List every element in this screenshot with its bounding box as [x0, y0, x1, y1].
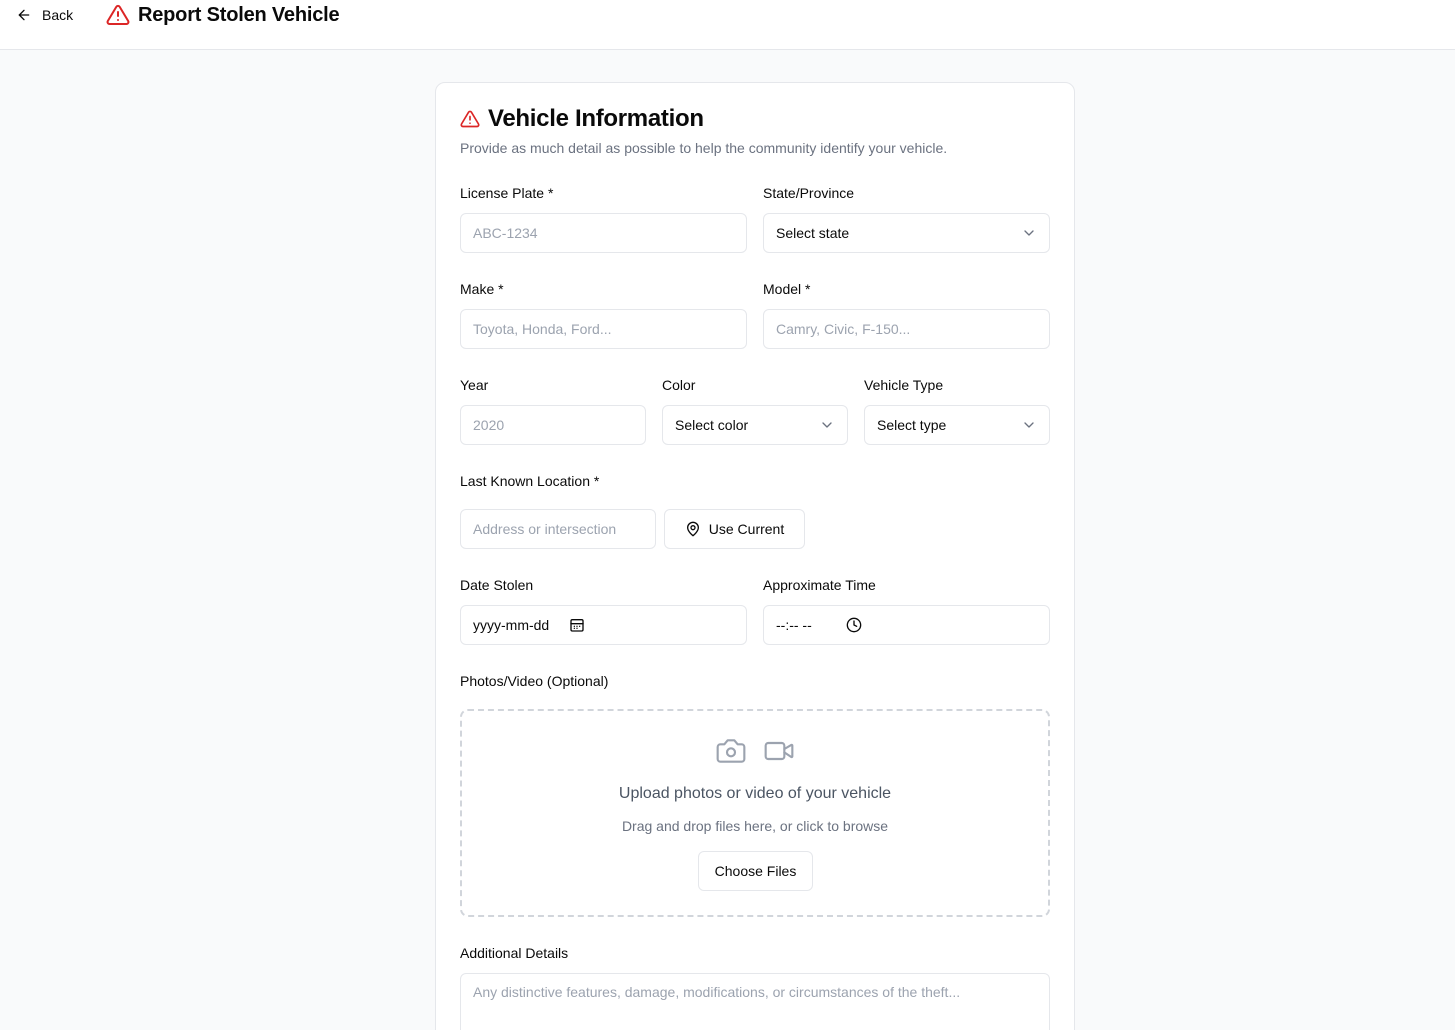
card-title-text: Vehicle Information — [488, 105, 704, 132]
color-select[interactable]: Select color — [662, 405, 848, 445]
video-icon — [764, 741, 794, 761]
model-input[interactable]: Camry, Civic, F-150... — [763, 309, 1050, 349]
state-label: State/Province — [763, 185, 855, 201]
map-pin-icon — [686, 521, 699, 537]
choose-files-label: Choose Files — [714, 863, 797, 879]
back-button[interactable]: Back — [8, 0, 86, 30]
approximate-time-input[interactable]: --:-- -- — [763, 605, 1050, 645]
date-stolen-input[interactable]: yyyy-mm-dd — [460, 605, 747, 645]
choose-files-button[interactable]: Choose Files — [698, 851, 813, 891]
license-plate-placeholder: ABC-1234 — [473, 225, 538, 241]
additional-details-textarea[interactable]: Any distinctive features, damage, modifi… — [460, 973, 1050, 1030]
vehicle-type-select[interactable]: Select type — [864, 405, 1050, 445]
upload-icons — [462, 735, 1048, 767]
model-placeholder: Camry, Civic, F-150... — [776, 321, 911, 337]
date-stolen-value: yyyy-mm-dd — [473, 617, 550, 633]
page-title: Report Stolen Vehicle — [106, 2, 340, 28]
location-label: Last Known Location * — [460, 473, 600, 489]
upload-subtitle: Drag and drop files here, or click to br… — [621, 818, 889, 834]
make-placeholder: Toyota, Honda, Ford... — [473, 321, 612, 337]
date-stolen-label: Date Stolen — [460, 577, 534, 593]
chevron-down-icon — [822, 422, 832, 428]
additional-details-label: Additional Details — [460, 945, 569, 961]
vehicle-type-select-value: Select type — [877, 417, 947, 433]
upload-title: Upload photos or video of your vehicle — [618, 785, 892, 802]
page-title-text: Report Stolen Vehicle — [138, 3, 340, 26]
alert-triangle-icon — [106, 4, 130, 25]
model-label: Model * — [763, 281, 811, 297]
chevron-down-icon — [1024, 230, 1034, 236]
top-bar: Back Report Stolen Vehicle — [0, 0, 1455, 50]
year-input[interactable]: 2020 — [460, 405, 646, 445]
year-placeholder: 2020 — [473, 417, 505, 433]
color-select-value: Select color — [675, 417, 749, 433]
upload-dropzone[interactable]: Upload photos or video of your vehicle D… — [460, 709, 1050, 917]
vehicle-information-card: Vehicle Information Provide as much deta… — [435, 82, 1075, 1030]
back-label: Back — [42, 7, 74, 23]
location-placeholder: Address or intersection — [473, 521, 617, 537]
make-input[interactable]: Toyota, Honda, Ford... — [460, 309, 747, 349]
arrow-left-icon — [18, 9, 30, 21]
color-label: Color — [662, 377, 696, 393]
chevron-down-icon — [1024, 422, 1034, 428]
use-current-label: Use Current — [708, 521, 785, 537]
additional-details-placeholder: Any distinctive features, damage, modifi… — [473, 984, 961, 1000]
camera-icon — [716, 739, 746, 763]
use-current-location-button[interactable]: Use Current — [664, 509, 805, 549]
year-label: Year — [460, 377, 489, 393]
upload-label: Photos/Video (Optional) — [460, 673, 609, 689]
location-input[interactable]: Address or intersection — [460, 509, 656, 549]
license-plate-label: License Plate * — [460, 185, 554, 201]
alert-triangle-icon — [460, 110, 480, 128]
card-title: Vehicle Information — [460, 105, 704, 133]
clock-icon[interactable] — [846, 617, 862, 633]
make-label: Make * — [460, 281, 504, 297]
state-select[interactable]: Select state — [763, 213, 1050, 253]
license-plate-input[interactable]: ABC-1234 — [460, 213, 747, 253]
state-select-value: Select state — [776, 225, 850, 241]
approximate-time-label: Approximate Time — [763, 577, 876, 593]
calendar-icon[interactable] — [569, 617, 585, 633]
approximate-time-value: --:-- -- — [776, 617, 812, 633]
vehicle-type-label: Vehicle Type — [864, 377, 944, 393]
card-description: Provide as much detail as possible to he… — [460, 140, 948, 156]
